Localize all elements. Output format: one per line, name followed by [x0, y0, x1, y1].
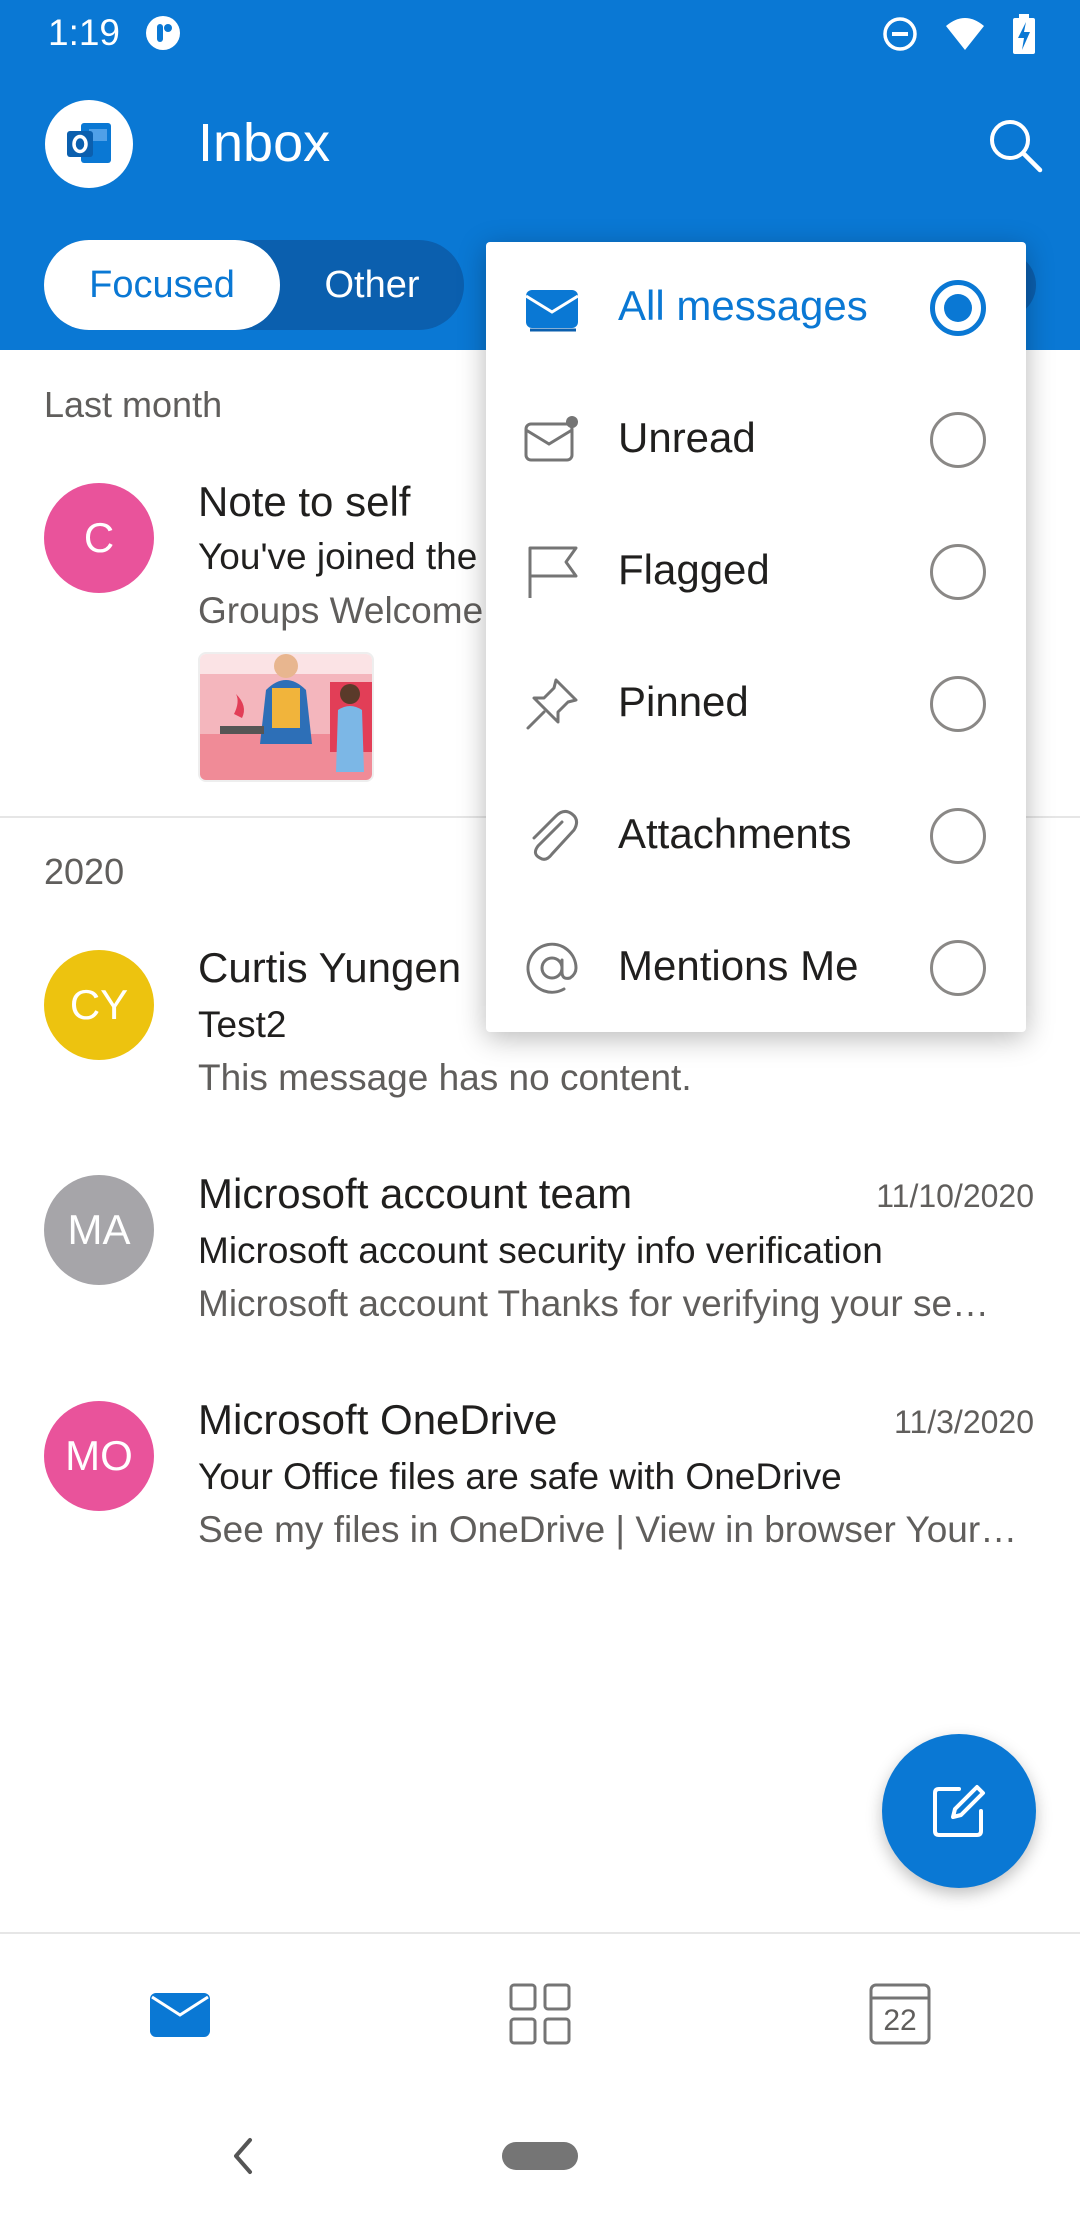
- filter-option-label: Unread: [618, 414, 756, 461]
- filter-option-unread[interactable]: Unread: [486, 374, 1026, 506]
- filter-option-label: Pinned: [618, 678, 749, 725]
- paperclip-icon: [532, 809, 579, 861]
- email-subject: Test2: [198, 1004, 287, 1045]
- back-chevron-icon[interactable]: [222, 2132, 262, 2180]
- app-notification-icon: [146, 16, 180, 50]
- radio-unselected[interactable]: [930, 676, 986, 732]
- wifi-icon: [946, 18, 984, 50]
- avatar: MA: [44, 1175, 154, 1285]
- filter-option-label: Flagged: [618, 546, 770, 593]
- envelope-unread-icon: [524, 416, 578, 462]
- outlook-logo-icon: [67, 123, 111, 163]
- status-bar: 1:19: [0, 0, 1080, 66]
- bottom-nav: 22: [0, 1932, 1080, 2088]
- avatar: MO: [44, 1401, 154, 1511]
- compose-button[interactable]: [882, 1734, 1036, 1888]
- section-header-2020: 2020: [44, 851, 125, 892]
- email-preview: This message has no content.: [198, 1057, 692, 1098]
- battery-charging-icon: [1013, 14, 1035, 54]
- filter-menu: All messages Unread Flagged Pinned Attac…: [486, 242, 1026, 1032]
- nav-calendar-button[interactable]: 22: [860, 1974, 940, 2054]
- radio-unselected[interactable]: [930, 412, 986, 468]
- nav-apps-button[interactable]: [500, 1974, 580, 2054]
- status-icons: [882, 14, 1036, 54]
- system-navigation-bar: [0, 2088, 1080, 2220]
- filter-option-label: All messages: [618, 282, 868, 329]
- account-avatar-button[interactable]: [45, 100, 133, 188]
- tab-other[interactable]: Other: [280, 240, 464, 330]
- filter-option-pinned[interactable]: Pinned: [486, 638, 1026, 770]
- radio-unselected[interactable]: [930, 544, 986, 600]
- email-sender: Microsoft account team: [198, 1170, 633, 1217]
- email-sender: Note to self: [198, 478, 411, 525]
- search-icon[interactable]: [980, 110, 1050, 180]
- pin-icon: [526, 678, 578, 730]
- illustration-image: [200, 654, 372, 780]
- radio-unselected[interactable]: [930, 808, 986, 864]
- email-sender: Curtis Yungen: [198, 944, 462, 991]
- section-header-last-month: Last month: [44, 384, 223, 425]
- filter-option-all-messages[interactable]: All messages: [486, 242, 1026, 374]
- do-not-disturb-icon: [883, 17, 917, 51]
- email-preview: See my files in OneDrive | View in brows…: [198, 1509, 1018, 1550]
- radio-unselected[interactable]: [930, 940, 986, 996]
- email-subject: You've joined the: [198, 536, 478, 577]
- email-attachment-thumbnail[interactable]: [198, 652, 374, 782]
- filter-option-mentions-me[interactable]: Mentions Me: [486, 902, 1026, 1034]
- compose-icon: [933, 1785, 985, 1837]
- calendar-day: 22: [883, 2004, 917, 2037]
- mail-icon: [150, 1993, 210, 2037]
- email-date: 11/10/2020: [876, 1178, 1034, 1214]
- avatar: C: [44, 483, 154, 593]
- tab-focused[interactable]: Focused: [44, 240, 280, 330]
- filter-option-flagged[interactable]: Flagged: [486, 506, 1026, 638]
- flag-icon: [528, 546, 578, 598]
- page-title: Inbox: [198, 113, 331, 173]
- radio-selected[interactable]: [930, 280, 986, 336]
- calendar-icon: 22: [868, 1982, 932, 2046]
- nav-mail-button[interactable]: [140, 1974, 220, 2054]
- email-subject: Your Office files are safe with OneDrive: [198, 1456, 842, 1497]
- envelope-filled-icon: [525, 290, 579, 332]
- filter-option-attachments[interactable]: Attachments: [486, 770, 1026, 902]
- filter-option-label: Mentions Me: [618, 942, 859, 989]
- email-sender: Microsoft OneDrive: [198, 1396, 558, 1443]
- email-subject: Microsoft account security info verifica…: [198, 1230, 883, 1271]
- email-preview: Microsoft account Thanks for verifying y…: [198, 1283, 990, 1324]
- inbox-tabs: Focused Other: [44, 240, 464, 330]
- apps-grid-icon: [509, 1983, 571, 2045]
- home-handle[interactable]: [502, 2142, 578, 2170]
- filter-option-label: Attachments: [618, 810, 852, 857]
- at-sign-icon: [526, 942, 578, 994]
- email-date: 11/3/2020: [894, 1404, 1034, 1440]
- status-time: 1:19: [48, 12, 121, 53]
- avatar: CY: [44, 950, 154, 1060]
